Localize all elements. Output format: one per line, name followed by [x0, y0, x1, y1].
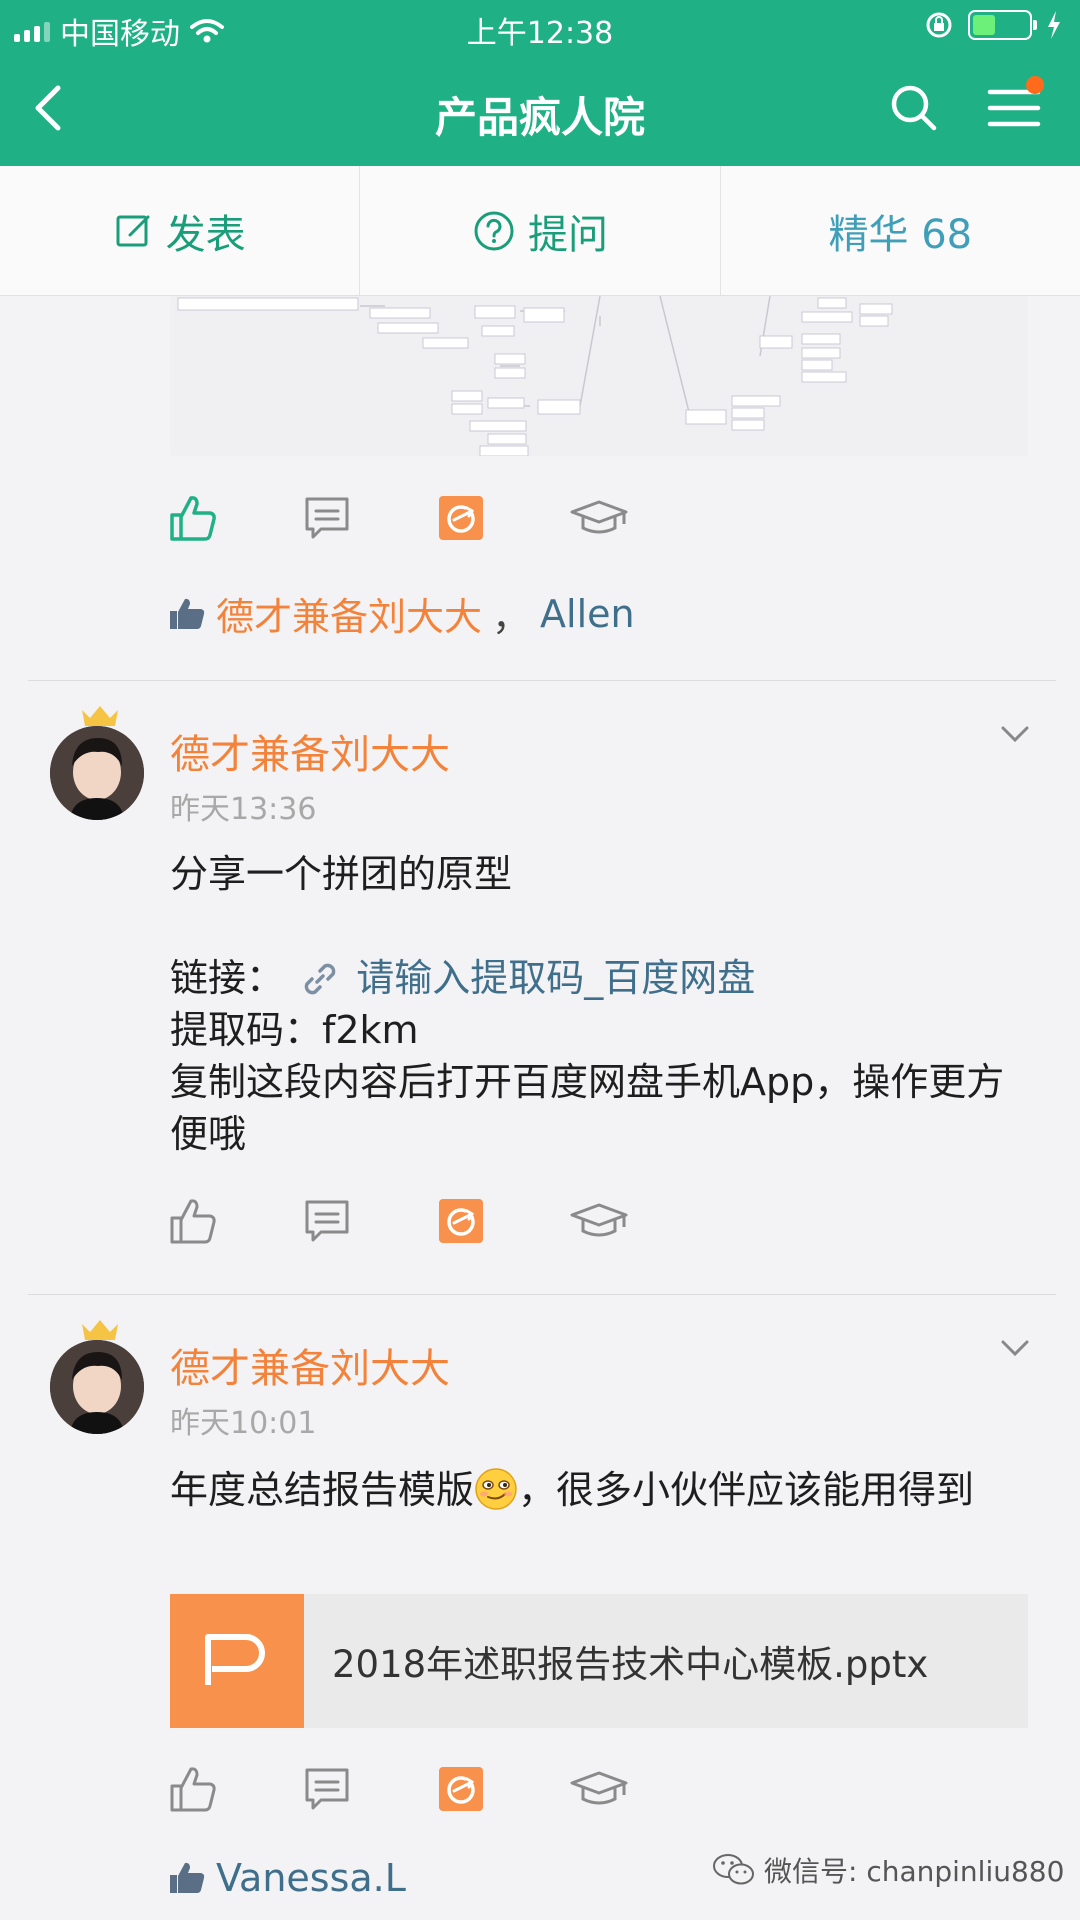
comment-icon [305, 1200, 349, 1242]
comment-icon [305, 1768, 349, 1810]
avatar[interactable] [50, 1340, 144, 1434]
notification-dot [1026, 76, 1044, 94]
question-icon [474, 211, 514, 250]
post2-likes: Vanessa.L [168, 1856, 406, 1900]
graduation-cap-icon [570, 1203, 628, 1237]
learn-button[interactable] [570, 493, 628, 543]
post1-action-row [168, 1196, 628, 1246]
search-icon[interactable] [886, 80, 942, 136]
clock: 上午12:38 [466, 16, 614, 51]
mindmap-image[interactable] [170, 296, 1028, 456]
status-bar: 中国移动 上午12:38 [0, 0, 1080, 54]
thumbs-up-icon [170, 496, 216, 541]
post-button[interactable]: 发表 [0, 166, 361, 295]
charging-icon [1048, 11, 1060, 39]
comment-button[interactable] [302, 1196, 352, 1246]
thumbs-up-filled-icon [170, 1862, 205, 1893]
learn-button[interactable] [570, 1764, 628, 1814]
graduation-cap-icon [570, 500, 628, 534]
action-bar: 发表 提问 精华 68 [0, 166, 1080, 296]
thumbs-up-filled-icon [170, 598, 205, 629]
chevron-down-icon[interactable] [1000, 724, 1030, 744]
post-line: 分享一个拼团的原型 [170, 852, 513, 896]
comment-button[interactable] [302, 1764, 352, 1814]
graduation-cap-icon [570, 1771, 628, 1805]
smirk-emoji-icon [475, 1468, 517, 1510]
post-time: 昨天10:01 [170, 1406, 317, 1441]
post2-action-row [168, 1764, 628, 1814]
share-button[interactable] [436, 1764, 486, 1814]
post-text-part: ，很多小伙伴应该能用得到 [518, 1468, 975, 1512]
share-app-icon [439, 1767, 483, 1811]
nav-header: 产品疯人院 [0, 54, 1080, 166]
comment-icon [305, 497, 349, 539]
share-button[interactable] [436, 1196, 486, 1246]
watermark-text: 微信号: chanpinliu880 [764, 1855, 1065, 1888]
crown-icon [82, 1320, 118, 1340]
post-author[interactable]: 德才兼备刘大大 [170, 722, 450, 780]
post0-likes: 德才兼备刘大大， Allen [168, 586, 635, 641]
post0-action-row [168, 493, 628, 543]
post-author[interactable]: 德才兼备刘大大 [170, 1336, 450, 1394]
post-text: 分享一个拼团的原型 链接： 请输入提取码_百度网盘 提取码：f2km 复制这段内… [170, 848, 1020, 1160]
ask-button[interactable]: 提问 [360, 166, 721, 295]
post-divider [28, 1294, 1056, 1295]
learn-button[interactable] [570, 1196, 628, 1246]
post-line: 提取码：f2km [170, 1008, 419, 1052]
chevron-down-icon[interactable] [1000, 1338, 1030, 1358]
post-divider [28, 680, 1056, 681]
edit-icon [116, 215, 150, 246]
share-button[interactable] [436, 493, 486, 543]
wechat-icon [713, 1854, 754, 1885]
featured-label: 精华 68 [828, 211, 973, 258]
liker-separator: ， [492, 595, 531, 639]
share-app-icon [439, 1199, 483, 1243]
thumbs-up-icon [170, 1199, 216, 1244]
wechat-watermark: 微信号: chanpinliu880 [712, 1850, 1064, 1890]
post-text: 年度总结报告模版 ，很多小伙伴应该能用得到 [170, 1464, 1020, 1516]
like-button[interactable] [168, 1196, 218, 1246]
liker-name[interactable]: 德才兼备刘大大 [216, 586, 482, 641]
post-text-part: 年度总结报告模版 [170, 1468, 475, 1512]
post-link-line: 链接： 请输入提取码_百度网盘 [170, 952, 1020, 1004]
post-line: 复制这段内容后打开百度网盘手机App，操作更方便哦 [170, 1060, 1005, 1156]
link-prefix: 链接： [170, 956, 285, 1000]
liker-name[interactable]: Allen [540, 592, 635, 636]
featured-tab[interactable]: 精华 68 [721, 166, 1080, 295]
ask-label: 提问 [527, 211, 608, 258]
crown-icon [82, 706, 118, 726]
pptx-file-icon [170, 1594, 304, 1728]
like-button[interactable] [168, 493, 218, 543]
like-button[interactable] [168, 1764, 218, 1814]
thumbs-up-icon [170, 1767, 216, 1812]
status-right [924, 10, 1062, 40]
file-name: 2018年述职报告技术中心模板.pptx [332, 1643, 929, 1686]
comment-button[interactable] [302, 493, 352, 543]
share-link[interactable]: 请输入提取码_百度网盘 [356, 956, 755, 1000]
post-time: 昨天13:36 [170, 792, 317, 827]
post-label: 发表 [165, 211, 246, 258]
link-icon [304, 963, 336, 995]
share-app-icon [439, 496, 483, 540]
rotation-lock-icon [926, 12, 952, 38]
file-attachment[interactable]: 2018年述职报告技术中心模板.pptx [170, 1594, 1028, 1728]
avatar[interactable] [50, 726, 144, 820]
liker-name[interactable]: Vanessa.L [216, 1856, 406, 1900]
battery-icon [968, 10, 1037, 40]
